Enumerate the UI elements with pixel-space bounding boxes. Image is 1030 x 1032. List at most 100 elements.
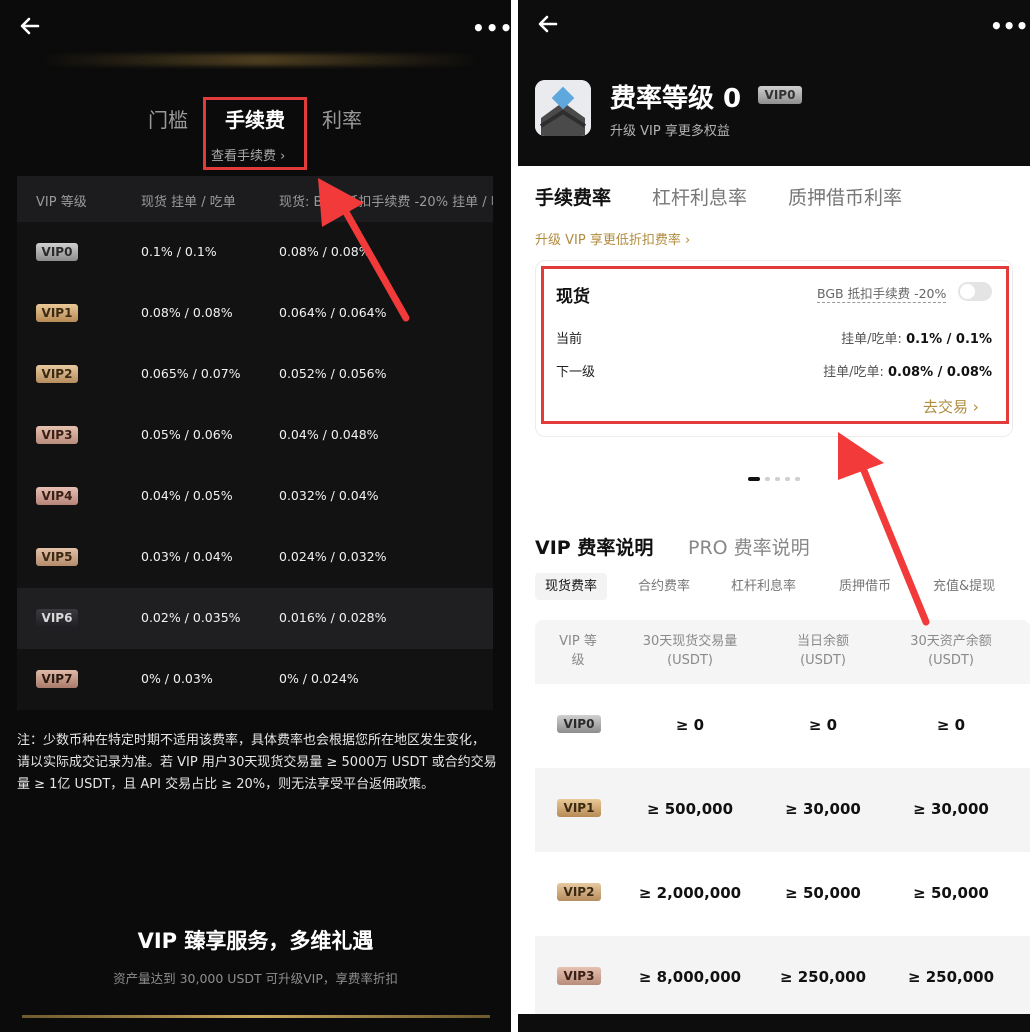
right-header: ••• 费率等级 0 VIP0 升级 VIP 享更多权益: [518, 0, 1030, 166]
left-panel: ••• 门槛 手续费 利率 查看手续费 › VIP 等级 现货 挂单 / 吃单 …: [0, 0, 511, 1032]
tab-pledge-rate[interactable]: 质押借币利率: [788, 183, 902, 210]
header-spot-volume: 30天现货交易量 (USDT): [642, 634, 738, 668]
vip-subline: 资产量达到 30,000 USDT 可升级VIP，享费率折扣: [113, 971, 398, 986]
tab-vip-rate-info[interactable]: VIP 费率说明: [535, 533, 653, 560]
back-arrow-icon[interactable]: [536, 12, 560, 42]
table-row: VIP6 0.02% / 0.035% 0.016% / 0.028%: [17, 588, 493, 649]
bgb-fee-cell: 0.032% / 0.04%: [279, 488, 379, 503]
vip-badge: VIP6: [36, 609, 78, 627]
right-panel: ••• 费率等级 0 VIP0 升级 VIP 享更多权益 手续费率 杠杆利息率 …: [518, 0, 1030, 1032]
carousel-dot[interactable]: [785, 477, 790, 481]
vip-badge: VIP1: [557, 799, 601, 817]
spot-fee-cell: 0.03% / 0.04%: [141, 549, 233, 564]
carousel-dot[interactable]: [765, 477, 770, 481]
spot-fee-cell: 0.08% / 0.08%: [141, 305, 233, 320]
vip-requirement-table: VIP 等级 30天现货交易量 (USDT) 当日余额 (USDT) 30天资产余额…: [535, 620, 1030, 1032]
rate-type-pills: 现货费率 合约费率 杠杆利息率 质押借币 充值&提现: [535, 573, 1030, 601]
tab-leverage-rate[interactable]: 杠杆利息率: [652, 183, 747, 210]
header-vip-level: VIP 等级: [36, 195, 87, 210]
carousel-dot[interactable]: [795, 477, 800, 481]
bottom-bar: [518, 1014, 1030, 1032]
table-row: VIP0 0.1% / 0.1% 0.08% / 0.08%: [17, 222, 493, 283]
pill-spot-rate[interactable]: 现货费率: [535, 573, 608, 600]
table-row: VIP3 ≥ 8,000,000 ≥ 250,000 ≥ 250,000: [535, 936, 1030, 1020]
carousel-dot[interactable]: [748, 477, 760, 481]
gold-button-edge[interactable]: [22, 1015, 490, 1018]
vip-fee-table: VIP 等级 现货 挂单 / 吃单 现货: BGB 抵扣手续费 -20% 挂单 …: [17, 176, 493, 710]
tab-pro-rate-info[interactable]: PRO 费率说明: [688, 533, 810, 560]
vip-badge: VIP3: [557, 967, 601, 985]
pill-leverage-rate[interactable]: 杠杆利息率: [731, 573, 796, 600]
volume-cell: ≥ 8,000,000: [638, 968, 742, 986]
header-vip-level: VIP 等级: [559, 634, 597, 668]
vip-badge: VIP0: [36, 243, 78, 261]
more-options-icon[interactable]: •••: [472, 16, 511, 40]
decorative-glow: [40, 54, 480, 66]
vip-badge: VIP1: [36, 304, 78, 322]
daily-balance-cell: ≥ 0: [808, 716, 838, 734]
fee-note: 注：少数币种在特定时期不适用该费率，具体费率也会根据您所在地区发生变化，请以实际…: [17, 733, 497, 792]
table-row: VIP2 ≥ 2,000,000 ≥ 50,000 ≥ 50,000: [535, 852, 1030, 936]
volume-cell: ≥ 500,000: [646, 800, 734, 818]
volume-cell: ≥ 2,000,000: [638, 884, 742, 902]
asset-balance-cell: ≥ 50,000: [913, 884, 989, 902]
table-row: VIP1 0.08% / 0.08% 0.064% / 0.064%: [17, 283, 493, 344]
spot-fee-cell: 0% / 0.03%: [141, 671, 213, 686]
vip0-chip: VIP0: [758, 86, 802, 104]
header-spot-fee: 现货 挂单 / 吃单: [141, 195, 236, 210]
volume-cell: ≥ 0: [675, 716, 705, 734]
daily-balance-cell: ≥ 250,000: [779, 968, 867, 986]
tab-fee-rate[interactable]: 手续费率: [535, 183, 611, 210]
spot-fee-cell: 0.1% / 0.1%: [141, 244, 217, 259]
daily-balance-cell: ≥ 30,000: [785, 800, 861, 818]
header-daily-balance: 当日余额 (USDT): [796, 634, 849, 668]
table-row: VIP5 0.03% / 0.04% 0.024% / 0.032%: [17, 527, 493, 588]
tab-threshold[interactable]: 门槛: [148, 104, 188, 133]
vip-headline: VIP 臻享服务，多维礼遇: [137, 929, 374, 953]
spot-fee-cell: 0.05% / 0.06%: [141, 427, 233, 442]
table-header: VIP 等级 现货 挂单 / 吃单 现货: BGB 抵扣手续费 -20% 挂单 …: [17, 176, 493, 222]
asset-balance-cell: ≥ 250,000: [907, 968, 995, 986]
asset-balance-cell: ≥ 0: [936, 716, 966, 734]
tab-interest[interactable]: 利率: [322, 104, 362, 133]
pill-contract-rate[interactable]: 合约费率: [638, 573, 690, 600]
vip-badge: VIP7: [36, 670, 78, 688]
screenshot-root: ••• 门槛 手续费 利率 查看手续费 › VIP 等级 现货 挂单 / 吃单 …: [0, 0, 1030, 1032]
vip-badge: VIP2: [36, 365, 78, 383]
header-asset-balance: 30天资产余额 (USDT): [910, 634, 992, 668]
spot-fee-cell: 0.02% / 0.035%: [141, 610, 241, 625]
bgb-fee-cell: 0.064% / 0.064%: [279, 305, 387, 320]
bgb-fee-cell: 0.052% / 0.056%: [279, 366, 387, 381]
vip-badge: VIP0: [557, 715, 601, 733]
asset-balance-cell: ≥ 30,000: [913, 800, 989, 818]
vip-badge: VIP4: [36, 487, 78, 505]
tier-subtitle: 升级 VIP 享更多权益: [610, 124, 730, 139]
table-row: VIP2 0.065% / 0.07% 0.052% / 0.056%: [17, 344, 493, 405]
highlight-box-fees: [203, 97, 307, 170]
bgb-fee-cell: 0.024% / 0.032%: [279, 549, 387, 564]
highlight-box-spot: [541, 266, 1009, 424]
header-bgb-fee: 现货: BGB 抵扣手续费 -20% 挂单 / 吃单: [279, 195, 493, 210]
pill-deposit-withdraw[interactable]: 充值&提现: [933, 573, 995, 600]
more-options-icon[interactable]: •••: [990, 14, 1028, 38]
bgb-fee-cell: 0.04% / 0.048%: [279, 427, 379, 442]
carousel-dot[interactable]: [775, 477, 780, 481]
back-arrow-icon[interactable]: [18, 14, 42, 38]
daily-balance-cell: ≥ 50,000: [785, 884, 861, 902]
table-row: VIP3 0.05% / 0.06% 0.04% / 0.048%: [17, 405, 493, 466]
upgrade-vip-link[interactable]: 升级 VIP 享更低折扣费率 ›: [535, 229, 690, 248]
table-header: VIP 等级 30天现货交易量 (USDT) 当日余额 (USDT) 30天资产余额…: [535, 620, 1030, 684]
vip-badge: VIP5: [36, 548, 78, 566]
pill-pledge[interactable]: 质押借币: [839, 573, 891, 600]
table-row: VIP4 0.04% / 0.05% 0.032% / 0.04%: [17, 466, 493, 527]
spot-fee-cell: 0.065% / 0.07%: [141, 366, 241, 381]
bgb-fee-cell: 0% / 0.024%: [279, 671, 359, 686]
bgb-fee-cell: 0.016% / 0.028%: [279, 610, 387, 625]
table-row: VIP1 ≥ 500,000 ≥ 30,000 ≥ 30,000: [535, 768, 1030, 852]
vip-badge: VIP2: [557, 883, 601, 901]
tier-logo-icon: [535, 80, 591, 136]
table-row: VIP0 ≥ 0 ≥ 0 ≥ 0: [535, 684, 1030, 768]
panel-divider: [511, 0, 518, 1032]
spot-fee-cell: 0.04% / 0.05%: [141, 488, 233, 503]
table-row: VIP7 0% / 0.03% 0% / 0.024%: [17, 649, 493, 710]
